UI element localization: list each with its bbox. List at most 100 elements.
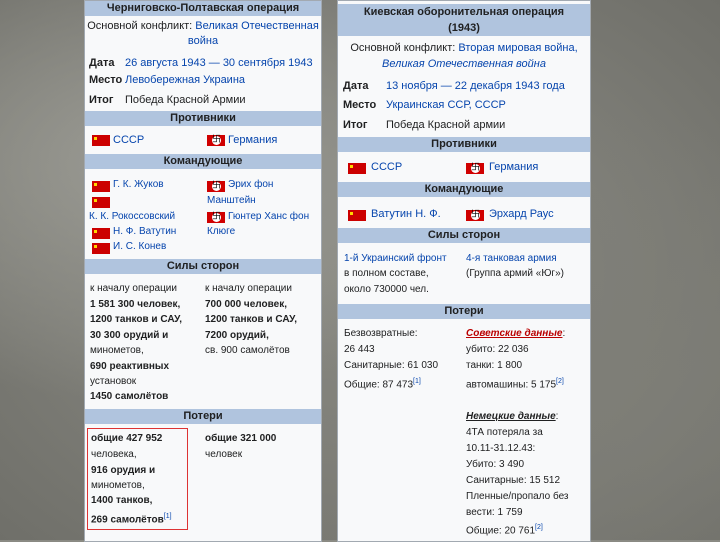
losses-left-line: общие 427 952 — [91, 433, 163, 444]
commanders-header: Командующие — [338, 182, 590, 197]
losses-left-line: Общие: 87 473 — [344, 379, 414, 391]
german-data-line: Санитарные: 15 512 — [466, 475, 561, 486]
opponents-header: Противники — [85, 111, 321, 126]
losses-left-line: 26 443 — [344, 344, 375, 355]
losses-left-line: человека, — [91, 449, 137, 460]
date-label: Дата — [343, 80, 369, 92]
commander-left[interactable]: И. С. Конев — [113, 239, 166, 254]
infobox-kiev-defensive: Киевская оборонительная операция (1943) … — [337, 0, 591, 542]
place-value[interactable]: Украинская ССР, СССР — [386, 98, 506, 113]
conflict-link-2[interactable]: Великая Отечественная война — [338, 57, 590, 72]
ussr-flag-icon — [92, 135, 110, 146]
losses-left-line: Санитарные: 61 030 — [344, 360, 439, 371]
date-value[interactable]: 13 ноября — 22 декабря 1943 года — [386, 79, 565, 94]
commander-left[interactable]: К. К. Рокоссовский — [89, 209, 175, 224]
soviet-data-line: танки: 1 800 — [466, 360, 523, 371]
reference-link[interactable]: [1] — [164, 513, 172, 520]
forces-right-line: св. 900 самолётов — [205, 345, 290, 356]
conflict-row: Основной конфликт: Великая Отечественная — [85, 19, 321, 34]
germany-flag-icon — [466, 163, 484, 174]
ussr-flag-icon — [348, 163, 366, 174]
german-data-line: 10.11-31.12.43: — [466, 443, 536, 454]
result-label: Итог — [89, 94, 114, 106]
forces-right-line: к началу операции — [205, 283, 292, 294]
infobox-title: Киевская оборонительная операция (1943) — [338, 4, 590, 36]
forces-right-line: (Группа армий «Юг») — [466, 268, 564, 279]
reference-link[interactable]: [1] — [413, 378, 421, 385]
conflict-link-2[interactable]: война — [85, 34, 321, 49]
side-ussr[interactable]: СССР — [371, 160, 402, 175]
forces-right-line: 700 000 человек, — [205, 299, 287, 310]
ussr-flag-icon — [92, 197, 110, 208]
germany-flag-icon — [466, 210, 484, 221]
losses-left-line: 269 самолётов — [91, 514, 164, 526]
side-germany[interactable]: Германия — [489, 160, 538, 175]
reference-link[interactable]: [2] — [535, 524, 543, 531]
commander-left[interactable]: Н. Ф. Ватутин — [113, 224, 176, 239]
germany-flag-icon — [207, 135, 225, 146]
commanders-header: Командующие — [85, 154, 321, 169]
forces-left-link[interactable]: 1-й Украинский фронт — [344, 251, 447, 266]
losses-right-line: общие 321 000 — [205, 433, 277, 444]
losses-left-line: минометов, — [91, 480, 145, 491]
losses-left-line: Безвозвратные: — [344, 328, 418, 339]
commander-germany[interactable]: Эрхард Раус — [489, 207, 554, 222]
ussr-flag-icon — [348, 210, 366, 221]
date-value[interactable]: 26 августа 1943 — 30 сентября 1943 — [125, 56, 313, 71]
german-data-line: Пленные/пропало без — [466, 491, 569, 502]
title-line-2: (1943) — [448, 22, 480, 34]
losses-header: Потери — [85, 409, 321, 424]
forces-left-line: к началу операции — [90, 283, 177, 294]
soviet-data-line: убито: 22 036 — [466, 344, 529, 355]
forces-left-line: минометов, — [90, 345, 144, 356]
german-data-label: Немецкие данные — [466, 411, 556, 422]
soviet-data-last: автомашины: 5 175[2] — [466, 374, 564, 392]
forces-left-line: 1 581 300 человек, — [90, 299, 181, 310]
soviet-data-line: автомашины: 5 175 — [466, 379, 557, 391]
commander-right[interactable]: Эрих фон — [228, 177, 273, 192]
germany-flag-icon — [207, 181, 225, 192]
place-label: Место — [89, 74, 123, 86]
losses-left-line: 916 орудия и — [91, 465, 156, 476]
forces-left-line: 30 300 орудий и — [90, 330, 169, 341]
reference-link[interactable]: [2] — [556, 378, 564, 385]
commander-ussr[interactable]: Ватутин Н. Ф. — [371, 207, 441, 222]
german-data-last: Общие: 20 761[2] — [466, 520, 543, 538]
forces-header: Силы сторон — [338, 228, 590, 243]
place-label: Место — [343, 99, 377, 111]
infobox-chernigov-poltava: Черниговско-Полтавская операция Основной… — [84, 0, 322, 542]
commander-left[interactable]: Г. К. Жуков — [113, 177, 164, 192]
soviet-data-row: Советские данные: — [466, 328, 566, 339]
forces-left-line: в полном составе, — [344, 268, 429, 279]
conflict-link-1[interactable]: Великая Отечественная — [195, 20, 319, 32]
losses-left-last: 269 самолётов[1] — [91, 509, 172, 527]
date-label: Дата — [89, 57, 115, 69]
ussr-flag-icon — [92, 228, 110, 239]
forces-right-line: 1200 танков и САУ, — [205, 314, 298, 325]
commander-right[interactable]: Гюнтер Ханс фон — [228, 209, 309, 224]
forces-right-link[interactable]: 4-я танковая армия — [466, 251, 557, 266]
losses-header: Потери — [338, 304, 590, 319]
infobox-title: Черниговско-Полтавская операция — [85, 1, 321, 16]
conflict-label: Основной конфликт: — [87, 20, 193, 32]
ussr-flag-icon — [92, 181, 110, 192]
conflict-label: Основной конфликт: — [350, 42, 456, 54]
result-label: Итог — [343, 119, 368, 131]
side-ussr[interactable]: СССР — [113, 133, 144, 148]
german-data-line: 4ТА потеряла за — [466, 427, 543, 438]
conflict-link-1[interactable]: Вторая мировая война, — [458, 42, 577, 54]
place-value[interactable]: Левобережная Украина — [125, 73, 245, 88]
opponents-header: Противники — [338, 137, 590, 152]
side-germany[interactable]: Германия — [228, 133, 277, 148]
germany-flag-icon — [207, 212, 225, 223]
losses-right-line: человек — [205, 449, 243, 460]
losses-left-line: 1400 танков, — [91, 495, 153, 506]
ussr-flag-icon — [92, 243, 110, 254]
commander-right[interactable]: Клюге — [207, 224, 235, 239]
commander-right[interactable]: Манштейн — [207, 193, 256, 208]
forces-right-line: 7200 орудий, — [205, 330, 269, 341]
german-data-row: Немецкие данные: — [466, 411, 559, 422]
german-data-line: вести: 1 759 — [466, 507, 523, 518]
result-value: Победа Красной армии — [386, 119, 506, 131]
forces-left-line: установок — [90, 376, 137, 387]
